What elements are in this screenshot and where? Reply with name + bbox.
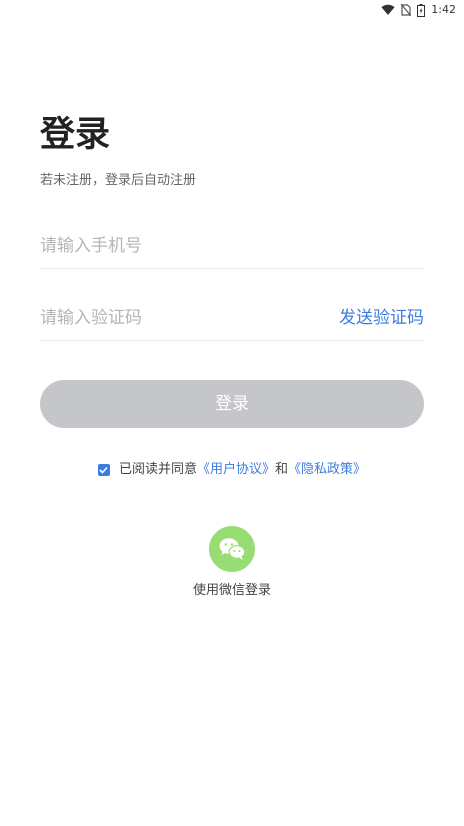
wifi-icon [381, 4, 395, 16]
user-agreement-link[interactable]: 《用户协议》 [197, 460, 275, 480]
privacy-policy-link[interactable]: 《隐私政策》 [288, 460, 366, 480]
check-icon [99, 466, 109, 474]
status-icons: 1:42 [381, 2, 456, 18]
agreement-row: 已阅读并同意 《用户协议》 和 《隐私政策》 [0, 460, 464, 480]
status-bar: 1:42 [0, 0, 464, 20]
status-time: 1:42 [431, 3, 456, 16]
verification-code-field: 发送验证码 [40, 300, 424, 341]
login-button[interactable]: 登录 [40, 380, 424, 428]
battery-icon [417, 3, 426, 17]
wechat-login-button[interactable] [209, 526, 255, 572]
agreement-and: 和 [275, 462, 289, 477]
phone-input[interactable] [40, 228, 320, 264]
wechat-login: 使用微信登录 [0, 526, 464, 600]
agreement-prefix: 已阅读并同意 [118, 462, 197, 477]
verification-code-input[interactable] [40, 300, 320, 336]
page-title: 登录 [40, 115, 111, 155]
wechat-icon [219, 538, 246, 560]
page-subtitle: 若未注册，登录后自动注册 [40, 173, 197, 188]
no-sim-icon [401, 4, 412, 16]
send-code-button[interactable]: 发送验证码 [339, 306, 424, 330]
wechat-login-label[interactable]: 使用微信登录 [193, 582, 271, 600]
phone-field [40, 228, 424, 269]
agreement-checkbox[interactable] [97, 464, 110, 476]
